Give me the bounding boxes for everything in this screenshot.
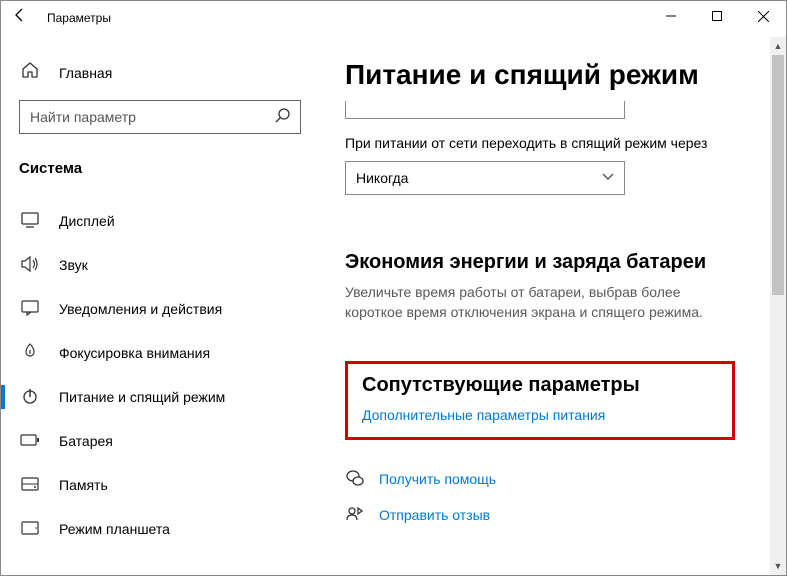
back-button[interactable] [9,7,31,28]
home-label: Главная [59,65,112,81]
sidebar-item-tablet[interactable]: Режим планшета [1,507,321,551]
close-button[interactable] [740,1,786,31]
battery-section-title: Экономия энергии и заряда батареи [345,251,786,274]
sidebar-item-notifications[interactable]: Уведомления и действия [1,287,321,331]
sound-icon [19,256,41,275]
sidebar-item-home[interactable]: Главная [19,61,321,84]
title-bar: Параметры [1,1,786,37]
chevron-down-icon [602,173,614,184]
sidebar-item-focus[interactable]: Фокусировка внимания [1,331,321,375]
sidebar: Главная Система Дисплей Звук [1,37,321,575]
sidebar-item-label: Дисплей [59,213,115,229]
sidebar-item-label: Питание и спящий режим [59,389,225,405]
sidebar-item-display[interactable]: Дисплей [1,199,321,243]
scroll-thumb[interactable] [772,55,784,295]
search-box[interactable] [19,100,301,134]
get-help-link[interactable]: Получить помощь [345,470,786,488]
help-label: Получить помощь [379,471,496,487]
feedback-label: Отправить отзыв [379,507,490,523]
sidebar-item-storage[interactable]: Память [1,463,321,507]
tablet-icon [19,521,41,538]
related-settings-highlight: Сопутствующие параметры Дополнительные п… [345,361,735,440]
feedback-link[interactable]: Отправить отзыв [345,506,786,524]
help-icon [345,470,365,488]
sidebar-item-label: Режим планшета [59,521,170,537]
sidebar-item-sound[interactable]: Звук [1,243,321,287]
main-pane: Питание и спящий режим Никогда ▼ При пит… [321,37,786,575]
scroll-track[interactable] [770,55,786,557]
sidebar-item-label: Память [59,477,108,493]
battery-section-desc: Увеличьте время работы от батареи, выбра… [345,282,725,323]
page-title: Питание и спящий режим [345,59,786,91]
search-icon [275,108,290,127]
additional-power-settings-link[interactable]: Дополнительные параметры питания [362,407,718,423]
minimize-button[interactable] [648,1,694,31]
sidebar-nav: Дисплей Звук Уведомления и действия Фоку… [1,199,321,551]
battery-icon [19,433,41,449]
search-input[interactable] [30,109,275,125]
related-title: Сопутствующие параметры [362,374,718,397]
sleep-select[interactable]: Никогда [345,161,625,195]
sidebar-item-battery[interactable]: Батарея [1,419,321,463]
sidebar-item-label: Уведомления и действия [59,301,222,317]
storage-icon [19,477,41,494]
display-icon [19,212,41,231]
screen-off-select-partial[interactable]: Никогда ▼ [345,101,625,119]
window-title: Параметры [47,11,111,25]
scroll-down-arrow[interactable]: ▼ [774,557,783,575]
sidebar-section-header: Система [19,160,321,177]
sidebar-item-label: Фокусировка внимания [59,345,210,361]
power-icon [19,387,41,408]
feedback-icon [345,506,365,524]
vertical-scrollbar[interactable]: ▲ ▼ [770,37,786,575]
notifications-icon [19,300,41,319]
home-icon [19,61,41,84]
sidebar-item-label: Батарея [59,433,113,449]
sidebar-item-power[interactable]: Питание и спящий режим [1,375,321,419]
select-value: Никогда [356,170,408,186]
focus-icon [19,343,41,364]
maximize-button[interactable] [694,1,740,31]
sleep-label: При питании от сети переходить в спящий … [345,135,786,151]
scroll-up-arrow[interactable]: ▲ [774,37,783,55]
sidebar-item-label: Звук [59,257,88,273]
